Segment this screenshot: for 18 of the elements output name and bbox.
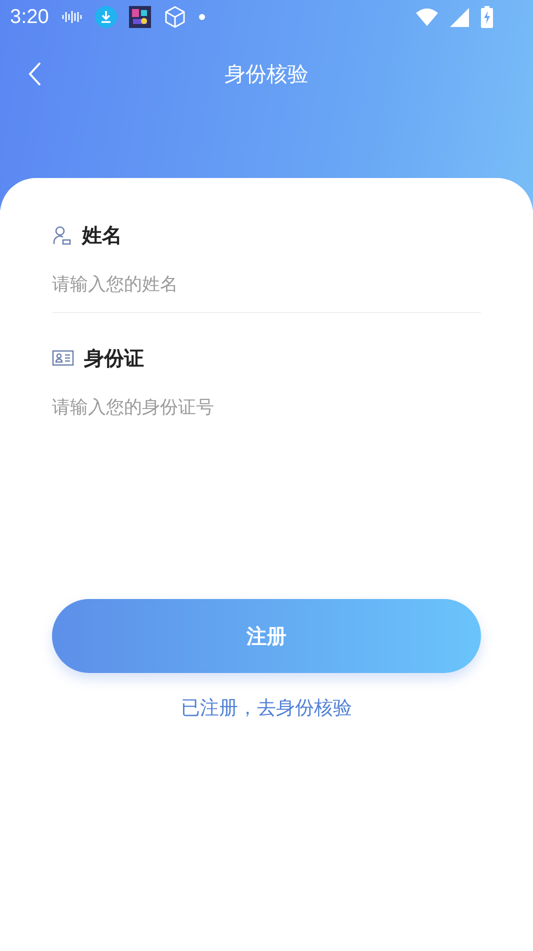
battery-icon: [481, 6, 493, 28]
verify-link[interactable]: 已注册，去身份核验: [181, 695, 352, 721]
page-title: 身份核验: [224, 61, 308, 88]
register-button[interactable]: 注册: [52, 599, 481, 673]
person-icon: [52, 225, 72, 245]
cube-icon: [162, 5, 187, 29]
chevron-left-icon: [28, 62, 42, 86]
wifi-icon: [416, 8, 438, 26]
input-field[interactable]: 请输入您的身份证号: [52, 385, 481, 429]
signal-icon: [450, 8, 469, 26]
status-time: 3:20: [10, 6, 49, 28]
download-icon: [94, 6, 117, 28]
audio-wave-icon: [60, 10, 83, 24]
field-label: 姓名: [82, 222, 122, 248]
field-label: 身份证: [84, 344, 144, 372]
dot-icon: [198, 14, 205, 20]
id-card-icon: [52, 350, 74, 366]
input-field[interactable]: 请输入您的姓名: [52, 262, 481, 306]
